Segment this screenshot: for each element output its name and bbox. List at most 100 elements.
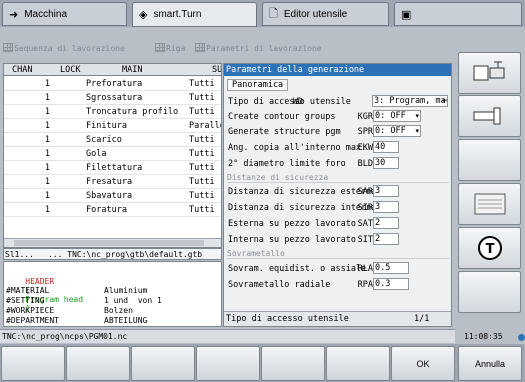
table-cell: 1 xyxy=(44,79,50,89)
table-row[interactable]: 1 Foratura Tutti xyxy=(4,203,221,217)
toolbar-row[interactable]: Riga xyxy=(155,43,185,53)
vsk-tool-holder-button[interactable] xyxy=(458,95,521,137)
table-cell: Tutti xyxy=(189,135,215,145)
program-line-value: 1 und von 1 xyxy=(104,296,162,305)
spindle-arrow-icon xyxy=(473,61,504,81)
table-cell: Scarico xyxy=(86,135,122,145)
table-row[interactable]: 1 Troncatura profilo Tutti xyxy=(4,105,221,119)
diamond-arrows-icon: ◈ xyxy=(139,8,148,21)
table-cell: Tutti xyxy=(189,149,215,159)
table-cell: 1 xyxy=(44,93,50,103)
table-cell: Gola xyxy=(86,149,107,159)
hsk-6[interactable] xyxy=(326,346,390,381)
hsk-4[interactable] xyxy=(196,346,260,381)
tool-holder-icon xyxy=(473,107,500,125)
col-lock[interactable]: LOCK xyxy=(60,65,80,75)
scroll-thumb[interactable] xyxy=(14,240,204,246)
toolbar-sequence[interactable]: Sequenza di lavorazione xyxy=(3,43,125,53)
table-cell: Tutti xyxy=(189,205,215,215)
program-view[interactable]: HEADER [ Program head ] #MATERIAL Alumin… xyxy=(3,261,222,327)
t-tool-icon: T xyxy=(477,236,502,260)
hsk-1[interactable] xyxy=(1,346,65,381)
tab-label: smart.Turn xyxy=(153,9,202,20)
page-indicator: 1/1 xyxy=(414,314,430,324)
tab-panoramica[interactable]: Panoramica xyxy=(227,79,289,91)
tab-smart-turn[interactable]: ◈ smart.Turn xyxy=(132,2,257,27)
table-cell: Paralle xyxy=(189,121,222,131)
table-cell: Sgrossatura xyxy=(86,93,143,103)
table-cell: Tutti xyxy=(189,163,215,173)
hsk-2[interactable] xyxy=(66,346,130,381)
sat-input[interactable]: 2 xyxy=(373,217,399,229)
table-row[interactable]: 1 Sgrossatura Tutti xyxy=(4,91,221,105)
program-line: #MATERIAL xyxy=(6,286,50,295)
table-cell: 1 xyxy=(44,135,50,145)
rla-input[interactable]: 0.5 xyxy=(373,262,409,274)
sequence-table: CHAN LOCK MAIN SU 1 Preforatura Tutti 1 Sgro… xyxy=(3,63,222,248)
hsk-3[interactable] xyxy=(131,346,195,381)
tab-bar: ➜ Macchina ◈ smart.Turn 🗋 Editor utensil… xyxy=(0,0,525,27)
table-row[interactable]: 1 Finitura Paralle xyxy=(4,119,221,133)
wd-select[interactable]: 3: Program, maç xyxy=(372,95,448,107)
table-cell: Fresatura xyxy=(86,177,133,187)
table-row[interactable]: 1 Gola Tutti xyxy=(4,147,221,161)
table-cell: 1 xyxy=(44,121,50,131)
program-line-value: ABTEILUNG xyxy=(104,316,148,325)
tab-editor-utensile[interactable]: 🗋 Editor utensile xyxy=(262,2,389,26)
table-row[interactable]: 1 Fresatura Tutti xyxy=(4,175,221,189)
table-cell: Filettatura xyxy=(86,163,143,173)
field-sat: Esterna su pezzo lavorato SAT 2 xyxy=(227,217,449,231)
bld-input[interactable]: 30 xyxy=(373,157,399,169)
document-icon: 🗋 xyxy=(269,6,278,20)
program-line: #DEPARTMENT xyxy=(6,316,59,325)
table-row[interactable]: 1 Filettatura Tutti xyxy=(4,161,221,175)
kgr-select[interactable]: 0: OFF xyxy=(373,110,421,122)
col-main[interactable]: MAIN xyxy=(122,65,142,75)
status-dot-icon xyxy=(518,334,525,341)
cancel-button[interactable]: Annulla xyxy=(458,346,522,381)
table-cell: Sbavatura xyxy=(86,191,133,201)
field-wd: Tipo di accesso utensile WD 3: Program, … xyxy=(227,95,449,109)
tab-save[interactable]: ▣ xyxy=(394,2,522,26)
spr-select[interactable]: 0: OFF xyxy=(373,125,421,137)
vsk-empty-1[interactable] xyxy=(458,139,521,181)
hsk-5[interactable] xyxy=(261,346,325,381)
sar-input[interactable]: 3 xyxy=(373,185,399,197)
table-cell: Foratura xyxy=(86,205,127,215)
vsk-empty-2[interactable] xyxy=(458,271,521,313)
field-bld: 2° diametro limite foro BLD 30 xyxy=(227,157,449,171)
sit-input[interactable]: 2 xyxy=(373,233,399,245)
sir-input[interactable]: 3 xyxy=(373,201,399,213)
field-sir: Distanza di sicurezza interna SIR 3 xyxy=(227,201,449,215)
program-line-value: Aluminium xyxy=(104,286,148,295)
ok-button[interactable]: OK xyxy=(391,346,455,381)
col-su[interactable]: SU xyxy=(212,65,221,75)
table-header: CHAN LOCK MAIN SU xyxy=(4,64,221,76)
svg-text:T: T xyxy=(485,242,494,257)
vsk-t-tool-button[interactable]: T xyxy=(458,227,521,269)
field-sit: Interna su pezzo lavorato SIT 2 xyxy=(227,233,449,247)
tab-macchina[interactable]: ➜ Macchina xyxy=(2,2,127,26)
horizontal-scrollbar[interactable] xyxy=(4,238,221,247)
tab-label: Editor utensile xyxy=(283,8,348,20)
col-chan[interactable]: CHAN xyxy=(12,65,32,75)
vsk-spindle-button[interactable] xyxy=(458,52,521,94)
table-cell: Preforatura xyxy=(86,79,143,89)
dialog-title: Parametri della generazione xyxy=(224,64,451,76)
table-row[interactable]: 1 Preforatura Tutti xyxy=(4,77,221,91)
toolbar-params[interactable]: Parametri di lavorazione xyxy=(195,43,322,53)
table-cell: Tutti xyxy=(189,107,215,117)
program-path: TNC:\nc_prog\ncps\PGM01.nc xyxy=(0,329,455,343)
table-cell: Tutti xyxy=(189,177,215,187)
program-line-value: Bolzen xyxy=(104,306,133,315)
vertical-softkey-bar: T xyxy=(455,50,525,330)
group-distanze: Distanze di sicurezza xyxy=(227,173,449,183)
vsk-tool-list-button[interactable] xyxy=(458,183,521,225)
table-cell: Tutti xyxy=(189,191,215,201)
table-row[interactable]: 1 Scarico Tutti xyxy=(4,133,221,147)
table-cell: Troncatura profilo xyxy=(86,107,179,117)
rpa-input[interactable]: 0.3 xyxy=(373,278,409,290)
path-left: Sl1... xyxy=(5,250,34,259)
ekw-input[interactable]: 40 xyxy=(373,141,399,153)
table-row[interactable]: 1 Sbavatura Tutti xyxy=(4,189,221,203)
